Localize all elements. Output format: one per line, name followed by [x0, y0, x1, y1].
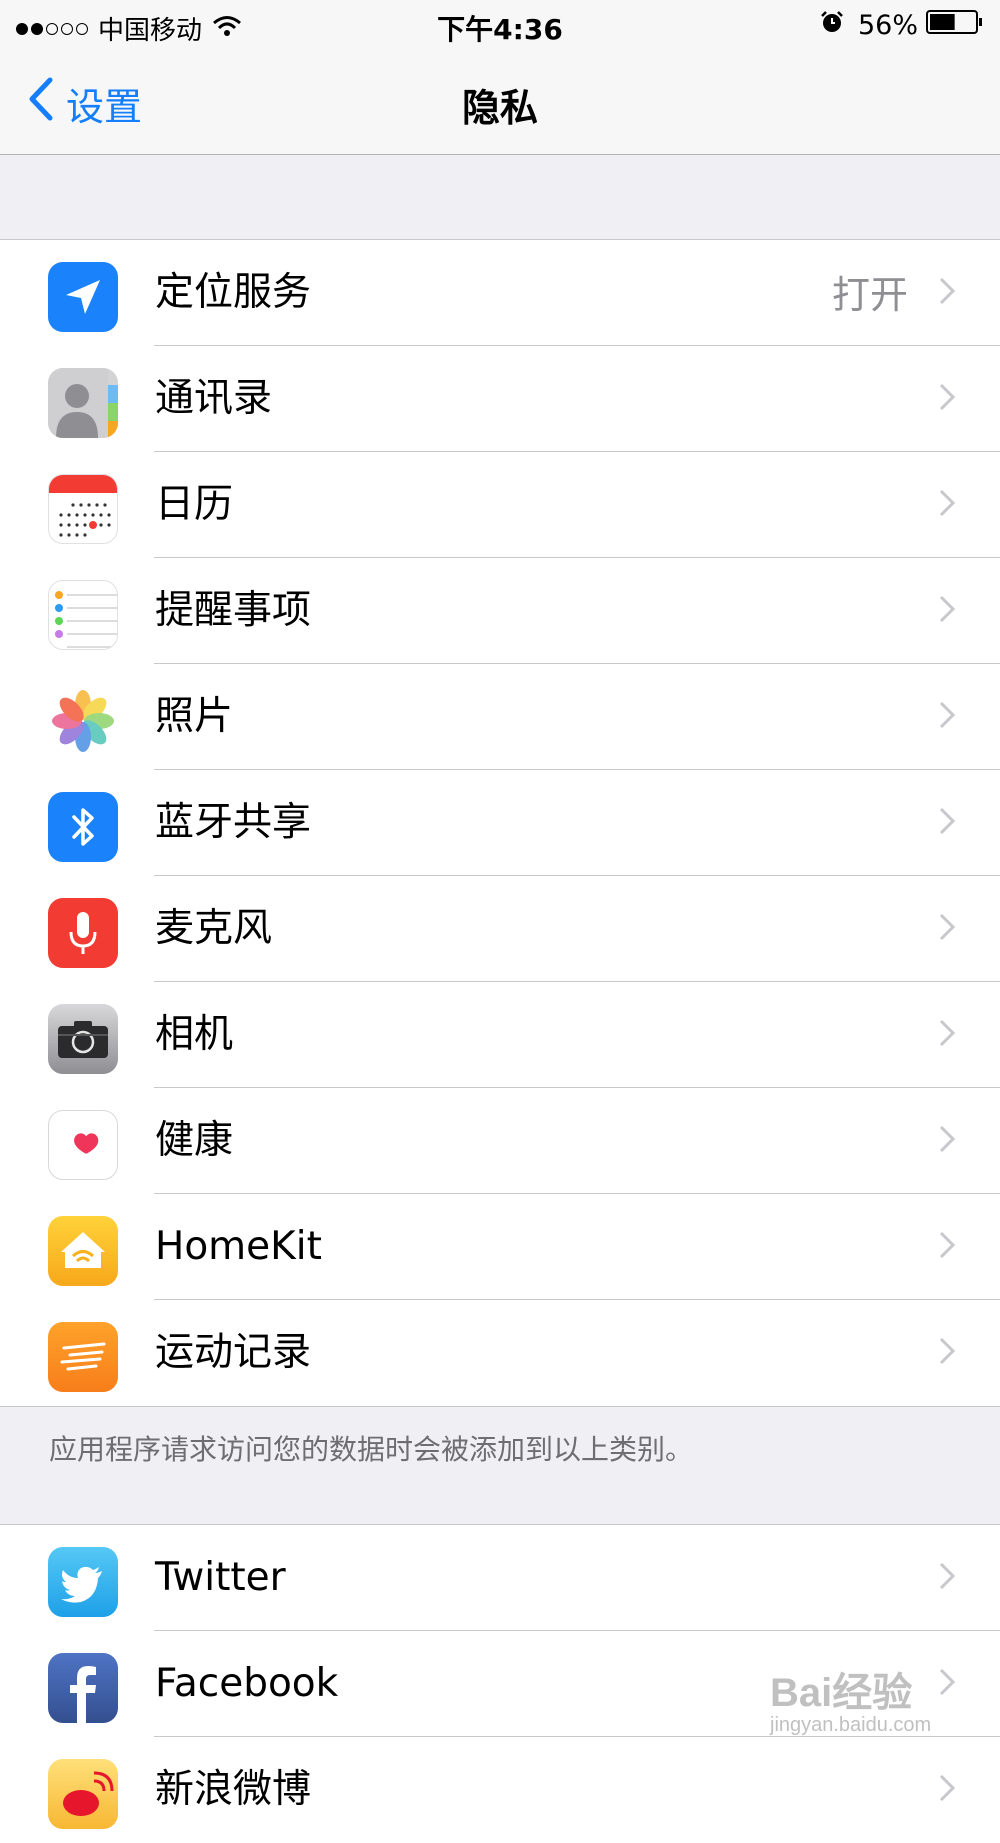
status-right: 56% [820, 9, 984, 42]
health-icon [48, 1110, 118, 1180]
row-label: 运动记录 [155, 1330, 312, 1375]
chevron-right-icon [939, 701, 956, 733]
row-label: 健康 [155, 1118, 234, 1163]
chevron-right-icon [939, 913, 956, 945]
row-label: 新浪微博 [155, 1767, 312, 1812]
privacy-row-health[interactable]: 健康 [0, 1088, 1000, 1194]
section-footer-note: 应用程序请求访问您的数据时会被添加到以上类别。 [49, 1433, 694, 1466]
row-label: 照片 [155, 694, 234, 739]
chevron-right-icon [939, 1231, 956, 1263]
status-bar: 中国移动 下午4:36 56% [0, 0, 1000, 50]
privacy-row-calendar[interactable]: 日历 [0, 452, 1000, 558]
privacy-row-contacts[interactable]: 通讯录 [0, 346, 1000, 452]
chevron-right-icon [939, 1668, 956, 1700]
privacy-row-bluetooth[interactable]: 蓝牙共享 [0, 770, 1000, 876]
privacy-row-camera[interactable]: 相机 [0, 982, 1000, 1088]
chevron-right-icon [939, 1337, 956, 1369]
calendar-icon [48, 474, 118, 544]
chevron-right-icon [939, 595, 956, 627]
social-row-twitter[interactable]: Twitter [0, 1525, 1000, 1631]
privacy-group: 定位服务 打开 通讯录 日历 提醒事项 照片 蓝牙共享 麦克风 相机 健康 Ho… [0, 239, 1000, 1407]
chevron-right-icon [939, 489, 956, 521]
bluetooth-icon [48, 792, 118, 862]
row-value: 打开 [831, 273, 908, 317]
page-title: 隐私 [461, 86, 538, 130]
chevron-right-icon [939, 277, 956, 309]
chevron-right-icon [939, 383, 956, 415]
row-label: 日历 [155, 482, 234, 527]
chevron-right-icon [939, 807, 956, 839]
twitter-icon [48, 1547, 118, 1617]
microphone-icon [48, 898, 118, 968]
social-row-weibo[interactable]: 新浪微博 [0, 1737, 1000, 1843]
battery-percent: 56% [857, 10, 918, 41]
camera-icon [48, 1004, 118, 1074]
chevron-right-icon [939, 1019, 956, 1051]
privacy-row-photos[interactable]: 照片 [0, 664, 1000, 770]
reminders-icon [48, 580, 118, 650]
row-label: 麦克风 [155, 906, 273, 951]
navigation-bar: 设置 隐私 [0, 50, 1000, 155]
row-label: HomeKit [155, 1224, 322, 1269]
row-label: 通讯录 [155, 376, 273, 421]
chevron-right-icon [939, 1125, 956, 1157]
privacy-row-motion[interactable]: 运动记录 [0, 1300, 1000, 1406]
watermark-url: jingyan.baidu.com [770, 1714, 932, 1736]
chevron-right-icon [939, 1774, 956, 1806]
row-label: 相机 [155, 1012, 234, 1057]
watermark-brand: Bai经验 [770, 1671, 913, 1715]
chevron-right-icon [939, 1562, 956, 1594]
contacts-icon [48, 368, 118, 438]
baidu-watermark: Bai经验 jingyan.baidu.com [770, 1660, 931, 1737]
privacy-row-homekit[interactable]: HomeKit [0, 1194, 1000, 1300]
facebook-icon [48, 1653, 118, 1723]
row-label: Twitter [155, 1555, 286, 1600]
homekit-icon [48, 1216, 118, 1286]
row-label: Facebook [155, 1661, 339, 1706]
weibo-icon [48, 1759, 118, 1829]
privacy-row-reminders[interactable]: 提醒事项 [0, 558, 1000, 664]
alarm-icon [820, 10, 844, 41]
battery-icon [926, 9, 984, 42]
location-icon [48, 262, 118, 332]
privacy-row-microphone[interactable]: 麦克风 [0, 876, 1000, 982]
motion-icon [48, 1322, 118, 1392]
row-label: 提醒事项 [155, 588, 312, 633]
row-label: 定位服务 [155, 270, 312, 315]
row-label: 蓝牙共享 [155, 800, 312, 845]
photos-icon [48, 686, 118, 756]
privacy-row-location[interactable]: 定位服务 打开 [0, 240, 1000, 346]
